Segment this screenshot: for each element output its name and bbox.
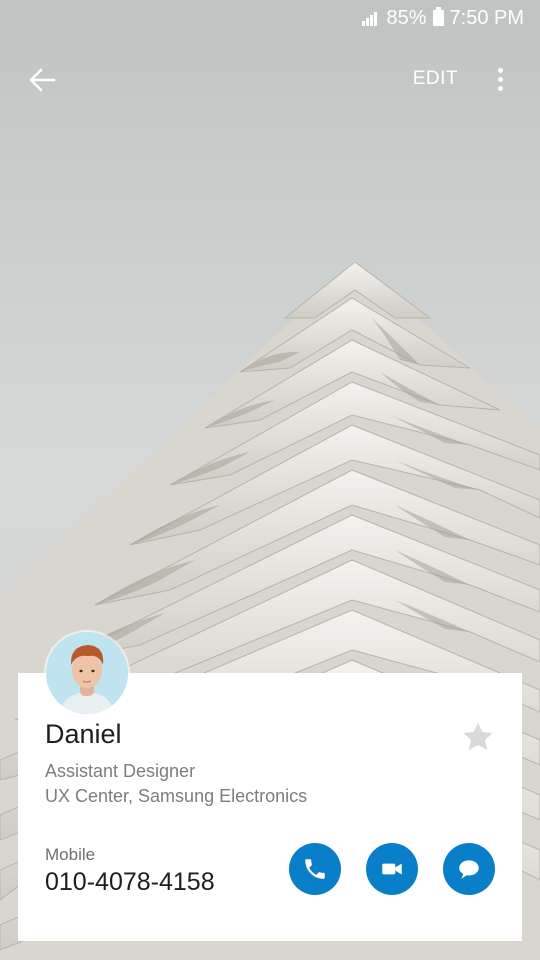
more-options-button[interactable] (490, 66, 510, 94)
call-button[interactable] (289, 843, 341, 895)
action-bar: EDIT (0, 54, 540, 104)
battery-icon (432, 7, 444, 26)
contact-name: Daniel (45, 719, 122, 749)
arrow-left-icon (29, 68, 56, 92)
back-button[interactable] (22, 60, 66, 100)
more-vert-icon (498, 68, 503, 73)
favorite-button[interactable] (460, 719, 496, 755)
message-button[interactable] (443, 843, 495, 895)
phone-icon (305, 859, 325, 879)
message-icon (459, 860, 479, 879)
contact-job: Assistant Designer UX Center, Samsung El… (45, 759, 307, 809)
video-icon (382, 863, 402, 875)
video-call-button[interactable] (366, 843, 418, 895)
status-bar: 85% 7:50 PM (0, 0, 540, 36)
phone-number[interactable]: 010-4078-4158 (45, 868, 215, 897)
signal-icon (362, 10, 380, 26)
job-title: Assistant Designer (45, 761, 196, 781)
star-icon (463, 722, 493, 751)
phone-type-label: Mobile (45, 845, 96, 864)
avatar[interactable] (46, 632, 128, 714)
battery-percent: 85% (386, 6, 427, 29)
contact-photo (46, 632, 128, 714)
edit-button[interactable]: EDIT (413, 64, 458, 94)
organization: UX Center, Samsung Electronics (45, 786, 308, 806)
clock: 7:50 PM (449, 6, 524, 29)
